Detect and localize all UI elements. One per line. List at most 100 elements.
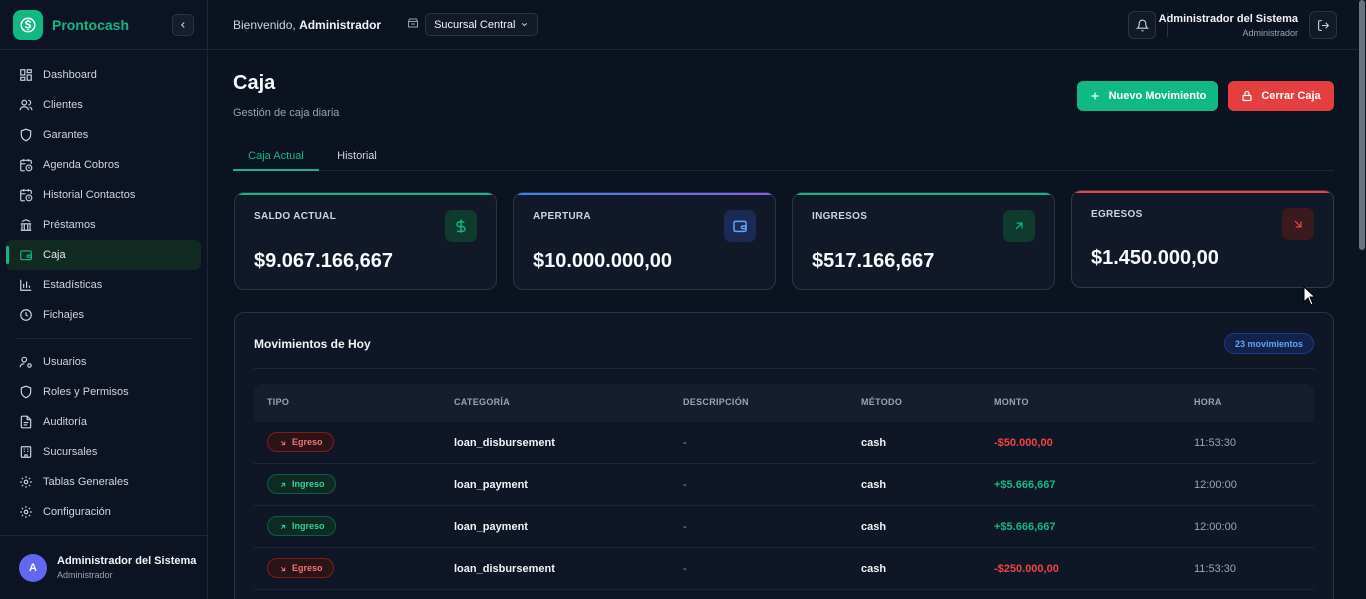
panel-divider [254,368,1314,369]
close-cash-button[interactable]: Cerrar Caja [1228,81,1334,111]
sidebar-item-label: Estadísticas [43,279,103,291]
collapse-sidebar-button[interactable] [172,14,194,36]
column-header[interactable]: TIPO [267,397,289,407]
type-badge-egreso: Egreso [267,558,334,578]
logout-button[interactable] [1309,11,1337,39]
header-user[interactable]: Administrador del Sistema Administrador [1159,13,1298,38]
type-badge-ingreso: Ingreso [267,516,336,536]
column-header[interactable]: MÉTODO [861,397,902,407]
users-icon [18,98,33,113]
page-title: Caja [233,72,276,94]
stat-card-label: APERTURA [533,211,591,222]
dashboard-icon [18,68,33,83]
type-badge-ingreso: Ingreso [267,474,336,494]
stat-card-label: INGRESOS [812,211,868,222]
cell-hora: 12:00:00 [1194,479,1237,491]
sidebar-item-prestamos[interactable]: Préstamos [6,210,201,240]
sidebar-item-sucursales[interactable]: Sucursales [6,437,201,467]
sidebar-item-caja[interactable]: Caja [6,240,201,270]
cell-metodo: cash [861,479,887,491]
cell-hora: 12:00:00 [1194,521,1237,533]
scrollbar[interactable] [1358,0,1366,599]
wallet-icon [724,210,756,242]
arrow-up-right-icon [1003,210,1035,242]
top-header: Bienvenido, Administrador Sucursal Centr… [208,0,1358,50]
cell-categoria: loan_payment [454,521,528,533]
sidebar-item-label: Historial Contactos [43,189,136,201]
sidebar-item-label: Agenda Cobros [43,159,120,171]
card-accent-line [235,193,496,195]
sidebar-item-historial-contactos[interactable]: Historial Contactos [6,180,201,210]
sidebar-divider [16,338,191,339]
cell-categoria: loan_disbursement [454,437,555,449]
arrow-down-right-icon [280,440,286,446]
tab-caja-actual[interactable]: Caja Actual [233,145,319,171]
sidebar-item-clientes[interactable]: Clientes [6,90,201,120]
table-row[interactable]: Egreso loan_disbursement - cash -$250.00… [254,548,1314,590]
shield-icon [18,128,33,143]
file-icon [18,415,33,430]
column-header[interactable]: HORA [1194,397,1222,407]
sidebar: Prontocash Dashboard Clientes Garantes A… [0,0,208,599]
branch-selector[interactable]: Sucursal Central [425,13,539,36]
card-accent-line [793,193,1054,195]
sidebar-item-auditoria[interactable]: Auditoría [6,407,201,437]
sidebar-item-label: Fichajes [43,309,84,321]
new-movement-button[interactable]: Nuevo Movimiento [1077,81,1218,111]
sidebar-item-label: Tablas Generales [43,476,129,488]
stat-card-value: $9.067.166,667 [254,250,394,272]
cell-descripcion: - [683,521,687,533]
sidebar-item-label: Usuarios [43,356,87,368]
column-header[interactable]: MONTO [994,397,1029,407]
card-accent-line [514,193,775,195]
sidebar-item-garantes[interactable]: Garantes [6,120,201,150]
sidebar-item-usuarios[interactable]: Usuarios [6,347,201,377]
sidebar-item-fichajes[interactable]: Fichajes [6,300,201,330]
table-row[interactable]: Egreso loan_disbursement - cash -$50.000… [254,422,1314,464]
arrow-down-right-icon [280,566,286,572]
type-badge-label: Egreso [292,437,323,447]
sidebar-item-label: Configuración [43,506,111,518]
wallet-icon [18,248,33,263]
sidebar-item-configuracion[interactable]: Configuración [6,497,201,527]
stat-card-value: $517.166,667 [812,250,935,272]
table-row[interactable]: Ingreso loan_payment - cash +$5.666,667 … [254,506,1314,548]
table-header: TIPO CATEGORÍA DESCRIPCIÓN MÉTODO MONTO … [254,384,1314,422]
page-subtitle: Gestión de caja diaria [233,107,340,119]
table-row[interactable]: Ingreso loan_payment - cash +$5.666,667 … [254,464,1314,506]
column-header[interactable]: DESCRIPCIÓN [683,397,749,407]
close-cash-label: Cerrar Caja [1261,90,1321,102]
brand-name: Prontocash [52,16,130,33]
stat-card-value: $10.000.000,00 [533,250,673,272]
plus-icon [1091,92,1099,100]
avatar: A [19,553,47,582]
welcome-text: Bienvenido, Administrador [233,18,381,32]
tab-historial[interactable]: Historial [329,145,385,171]
gear-icon [18,475,33,490]
sidebar-item-tablas-generales[interactable]: Tablas Generales [6,467,201,497]
header-user-name: Administrador del Sistema [1158,13,1298,25]
clock-icon [18,308,33,323]
cell-descripcion: - [683,437,687,449]
notifications-button[interactable] [1128,11,1156,39]
shield-icon [18,385,33,400]
cell-monto: +$5.666,667 [994,521,1056,533]
chevron-down-icon [522,23,528,27]
sidebar-item-label: Auditoría [43,416,88,428]
cell-metodo: cash [861,563,887,575]
sidebar-item-dashboard[interactable]: Dashboard [6,60,201,90]
movements-panel: Movimientos de Hoy 23 movimientos TIPO C… [234,312,1334,599]
cell-descripcion: - [683,479,687,491]
type-badge-label: Ingreso [292,479,325,489]
scrollbar-thumb[interactable] [1359,0,1365,250]
branch-selector-value: Sucursal Central [434,18,516,31]
sidebar-user[interactable]: A Administrador del Sistema Administrado… [0,535,207,599]
sidebar-item-agenda-cobros[interactable]: Agenda Cobros [6,150,201,180]
sidebar-item-estadisticas[interactable]: Estadísticas [6,270,201,300]
type-badge-label: Egreso [292,563,323,573]
column-header[interactable]: CATEGORÍA [454,397,510,407]
stat-card-ingresos: INGRESOS $517.166,667 [792,192,1055,290]
sidebar-item-roles[interactable]: Roles y Permisos [6,377,201,407]
movements-count-badge: 23 movimientos [1223,333,1314,354]
sidebar-user-name: Administrador del Sistema [57,555,197,567]
